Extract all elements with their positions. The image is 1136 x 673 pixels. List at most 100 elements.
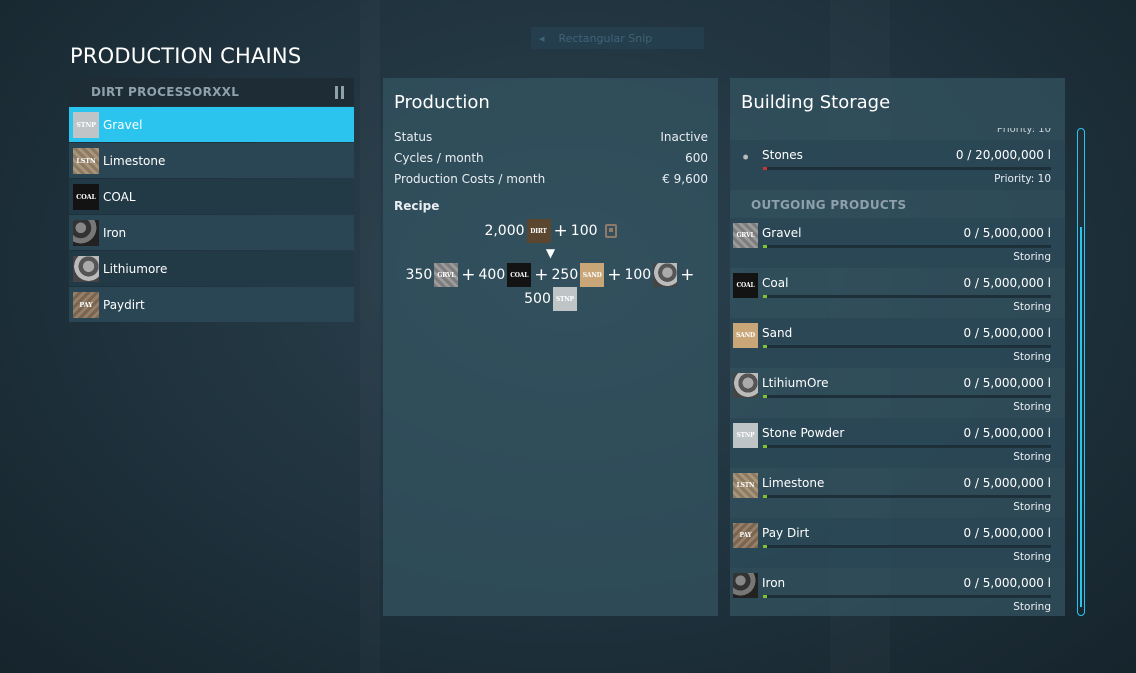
storage-status[interactable]: Storing	[1013, 301, 1051, 313]
fill-bar	[763, 395, 1051, 398]
priority-label: Priority: 10	[994, 173, 1051, 185]
fill-bar	[763, 445, 1051, 448]
snip-label: Rectangular Snip	[558, 31, 653, 45]
snip-overlay: ◂ Rectangular Snip	[531, 27, 704, 49]
limestone-icon: LSTN	[73, 147, 99, 174]
recipe-label: Recipe	[394, 199, 440, 213]
storage-status[interactable]: Storing	[1013, 601, 1051, 613]
storage-row-sand: SAND Sand 0 / 5,000,000 l Storing	[730, 318, 1065, 368]
costs-row: Production Costs / month € 9,600	[383, 168, 718, 189]
stone-powder-icon: STNP	[552, 287, 577, 311]
stones-icon: ⬢	[742, 154, 749, 161]
cycles-row: Cycles / month 600	[383, 147, 718, 168]
sand-amount: 250	[551, 267, 579, 283]
storage-item-name: Iron	[762, 576, 786, 590]
iron-icon	[73, 219, 99, 246]
storage-list[interactable]: Priority: 10 ⬢ Stones 0 / 20,000,000 l P…	[730, 128, 1065, 616]
fuel-amount: 100	[570, 223, 598, 239]
chain-item-paydirt[interactable]: PAY Paydirt	[69, 287, 354, 322]
outgoing-products-header: OUTGOING PRODUCTS	[751, 198, 907, 212]
storage-row-gravel: GRVL Gravel 0 / 5,000,000 l Storing	[730, 218, 1065, 268]
storage-row-iron: Iron 0 / 5,000,000 l Storing	[730, 568, 1065, 616]
fill-bar	[763, 595, 1051, 598]
fill-bar	[763, 295, 1051, 298]
stone-powder-icon: STNP	[73, 111, 99, 138]
storage-item-amount: 0 / 20,000,000 l	[955, 148, 1051, 162]
iron-icon	[733, 573, 758, 598]
storage-item-amount: 0 / 5,000,000 l	[963, 326, 1051, 340]
costs-label: Production Costs / month	[394, 171, 546, 186]
storage-item-name: Stone Powder	[762, 426, 845, 440]
cycles-value: 600	[685, 150, 708, 165]
storage-item-amount: 0 / 5,000,000 l	[963, 526, 1051, 540]
storage-row-lithium-ore: LtihiumOre 0 / 5,000,000 l Storing	[730, 368, 1065, 418]
lithium-ore-icon	[73, 255, 99, 282]
fill-bar	[763, 545, 1051, 548]
paydirt-icon: PAY	[73, 291, 99, 318]
production-panel: Production Status Inactive Cycles / mont…	[383, 78, 718, 616]
storage-status[interactable]: Storing	[1013, 451, 1051, 463]
chain-item-label: Limestone	[103, 153, 166, 168]
status-row: Status Inactive	[383, 126, 718, 147]
storage-status[interactable]: Storing	[1013, 351, 1051, 363]
plus-icon: +	[534, 265, 549, 285]
chain-header-title: DIRT PROCESSORXXL	[91, 85, 240, 99]
chain-item-coal[interactable]: COAL COAL	[69, 179, 354, 214]
recipe-outputs-second-line: 500 STNP	[383, 287, 718, 311]
storage-title: Building Storage	[741, 92, 891, 113]
page-title: PRODUCTION CHAINS	[70, 44, 302, 68]
paydirt-icon: PAY	[733, 523, 758, 548]
storage-row-coal: COAL Coal 0 / 5,000,000 l Storing	[730, 268, 1065, 318]
scrollbar-thumb[interactable]	[1080, 227, 1082, 607]
chevron-down-icon: ▼	[545, 246, 556, 260]
storage-item-amount: 0 / 5,000,000 l	[963, 476, 1051, 490]
status-label: Status	[394, 129, 433, 144]
chain-item-iron[interactable]: Iron	[69, 215, 354, 250]
storage-row-stones: ⬢ Stones 0 / 20,000,000 l Priority: 10	[730, 140, 1065, 190]
storage-item-amount: 0 / 5,000,000 l	[963, 276, 1051, 290]
fill-bar	[763, 345, 1051, 348]
storage-status[interactable]: Storing	[1013, 401, 1051, 413]
storage-item-name: Gravel	[762, 226, 802, 240]
fill-bar	[763, 245, 1051, 248]
storage-item-name: Stones	[762, 148, 803, 162]
chain-item-lithiumore[interactable]: Lithiumore	[69, 251, 354, 286]
pause-icon[interactable]	[335, 85, 344, 99]
production-chain-list: DIRT PROCESSORXXL STNP Gravel LSTN Limes…	[69, 78, 354, 322]
chain-item-gravel[interactable]: STNP Gravel	[69, 107, 354, 142]
storage-item-name: LtihiumOre	[762, 376, 829, 390]
sand-icon: SAND	[733, 323, 758, 348]
storage-item-name: Pay Dirt	[762, 526, 810, 540]
storage-item-name: Coal	[762, 276, 789, 290]
gravel-amount: 350	[405, 267, 433, 283]
priority-label: Priority: 10	[996, 128, 1051, 135]
coal-icon: COAL	[73, 183, 99, 210]
storage-scrollbar[interactable]	[1077, 128, 1085, 616]
chain-item-label: Gravel	[103, 117, 143, 132]
dirt-amount: 2,000	[484, 223, 525, 239]
storage-status[interactable]: Storing	[1013, 501, 1051, 513]
storage-row-stone-powder: STNP Stone Powder 0 / 5,000,000 l Storin…	[730, 418, 1065, 468]
chain-item-limestone[interactable]: LSTN Limestone	[69, 143, 354, 178]
lithium-ore-icon	[653, 263, 678, 287]
plus-icon: +	[680, 265, 695, 285]
gravel-icon: GRVL	[434, 263, 459, 287]
fill-bar	[763, 167, 1051, 170]
plus-icon: +	[607, 265, 622, 285]
storage-row-limestone: LSTN Limestone 0 / 5,000,000 l Storing	[730, 468, 1065, 518]
storage-item-amount: 0 / 5,000,000 l	[963, 226, 1051, 240]
chain-item-label: Paydirt	[103, 297, 145, 312]
production-title: Production	[394, 92, 490, 113]
snip-icon: ◂	[539, 31, 545, 45]
storage-status[interactable]: Storing	[1013, 251, 1051, 263]
chain-header: DIRT PROCESSORXXL	[69, 78, 354, 106]
lithium-amount: 100	[624, 267, 652, 283]
storage-status[interactable]: Storing	[1013, 551, 1051, 563]
lithium-ore-icon	[733, 373, 758, 398]
dirt-icon: DIRT	[526, 219, 551, 243]
coal-icon: COAL	[507, 263, 532, 287]
recipe-inputs: 2,000 DIRT + 100	[383, 219, 718, 243]
cycles-label: Cycles / month	[394, 150, 484, 165]
fuel-can-icon	[604, 224, 617, 238]
chain-item-label: Iron	[103, 225, 127, 240]
